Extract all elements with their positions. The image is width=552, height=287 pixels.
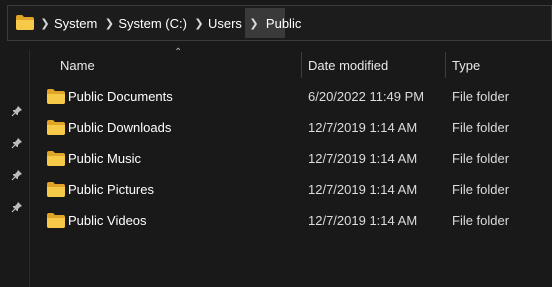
folder-icon xyxy=(47,182,65,197)
breadcrumb: ❯ System ❯ System (C:) ❯ Users ❯ Public xyxy=(8,6,301,40)
file-name: Public Documents xyxy=(68,89,173,104)
column-header-date-modified[interactable]: Date modified xyxy=(308,50,388,80)
file-date-modified: 6/20/2022 11:49 PM xyxy=(308,89,425,104)
chevron-right-icon[interactable]: ❯ xyxy=(247,17,261,30)
file-type: File folder xyxy=(452,151,510,166)
list-item[interactable]: Public Downloads 12/7/2019 1:14 AM File … xyxy=(31,112,552,143)
list-item[interactable]: Public Documents 6/20/2022 11:49 PM File… xyxy=(31,81,552,112)
pin-icon xyxy=(11,202,22,213)
file-type: File folder xyxy=(452,120,510,135)
chevron-right-icon[interactable]: ❯ xyxy=(192,17,206,30)
column-divider[interactable] xyxy=(445,52,446,78)
file-type: File folder xyxy=(452,89,510,104)
list-item[interactable]: Public Pictures 12/7/2019 1:14 AM File f… xyxy=(31,174,552,205)
breadcrumb-public[interactable]: Public xyxy=(266,16,301,31)
list-item[interactable]: Public Music 12/7/2019 1:14 AM File fold… xyxy=(31,143,552,174)
file-date-modified: 12/7/2019 1:14 AM xyxy=(308,120,418,135)
folder-icon xyxy=(47,120,65,135)
column-header-name[interactable]: Name xyxy=(60,50,95,80)
pin-icon xyxy=(11,170,22,181)
file-date-modified: 12/7/2019 1:14 AM xyxy=(308,151,418,166)
breadcrumb-users[interactable]: Users xyxy=(208,16,242,31)
chevron-right-icon[interactable]: ❯ xyxy=(38,17,52,30)
column-divider[interactable] xyxy=(301,52,302,78)
column-header-type[interactable]: Type xyxy=(452,50,480,80)
address-bar[interactable]: ❯ System ❯ System (C:) ❯ Users ❯ Public xyxy=(7,5,552,41)
folder-icon xyxy=(47,151,65,166)
breadcrumb-system-c[interactable]: System (C:) xyxy=(118,16,187,31)
file-type: File folder xyxy=(452,182,510,197)
folder-icon xyxy=(47,89,65,104)
breadcrumb-system[interactable]: System xyxy=(54,16,97,31)
column-header: Name Date modified Type xyxy=(30,50,552,80)
chevron-right-icon[interactable]: ❯ xyxy=(102,17,116,30)
folder-icon xyxy=(47,213,65,228)
file-name: Public Videos xyxy=(68,213,147,228)
file-date-modified: 12/7/2019 1:14 AM xyxy=(308,182,418,197)
file-explorer-window: ❯ System ❯ System (C:) ❯ Users ❯ Public xyxy=(0,0,552,287)
file-date-modified: 12/7/2019 1:14 AM xyxy=(308,213,418,228)
file-type: File folder xyxy=(452,213,510,228)
navigation-pane xyxy=(0,50,30,287)
file-name: Public Music xyxy=(68,151,141,166)
pin-icon xyxy=(11,138,22,149)
file-name: Public Pictures xyxy=(68,182,154,197)
list-item[interactable]: Public Videos 12/7/2019 1:14 AM File fol… xyxy=(31,205,552,236)
pin-icon xyxy=(11,106,22,117)
file-name: Public Downloads xyxy=(68,120,172,135)
